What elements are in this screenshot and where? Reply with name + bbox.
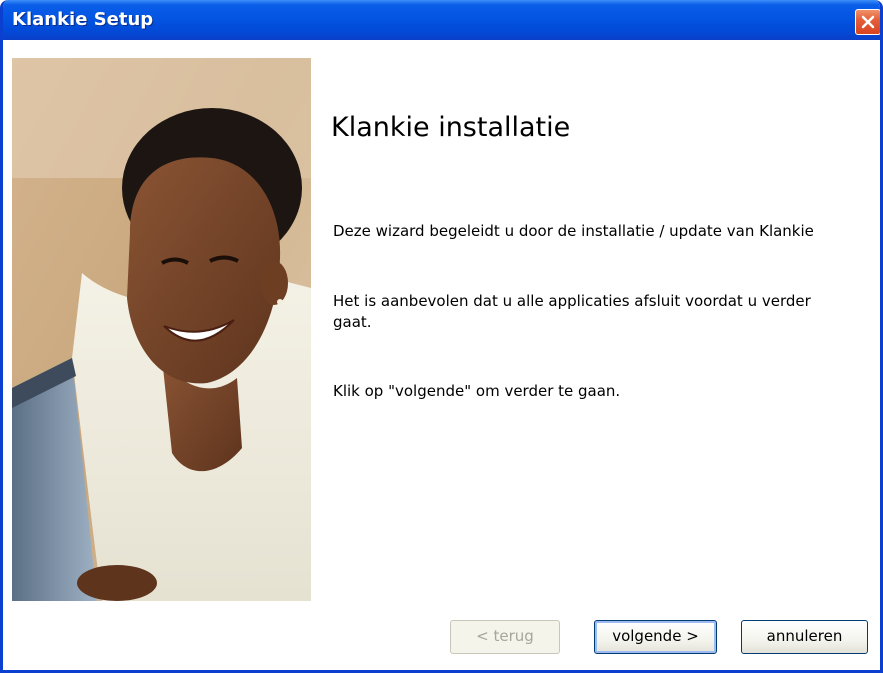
close-apps-text: Het is aanbevolen dat u alle applicaties…	[333, 292, 811, 331]
title-bar[interactable]: Klankie Setup	[3, 0, 880, 40]
close-button[interactable]	[855, 9, 880, 35]
welcome-photo	[12, 58, 311, 601]
page-heading: Klankie installatie	[331, 112, 571, 143]
window-title: Klankie Setup	[12, 9, 154, 30]
instruction-text: Klik op "volgende" om verder te gaan.	[333, 382, 621, 400]
cancel-button[interactable]: annuleren	[741, 620, 868, 654]
setup-window: Klankie Setup Klankie installatie Deze w…	[0, 0, 883, 673]
wizard-content: Klankie installatie Deze wizard begeleid…	[3, 40, 880, 670]
intro-text: Deze wizard begeleidt u door de installa…	[333, 222, 814, 240]
close-icon	[861, 15, 875, 29]
back-button[interactable]: < terug	[450, 620, 560, 654]
next-button[interactable]: volgende >	[594, 620, 717, 654]
